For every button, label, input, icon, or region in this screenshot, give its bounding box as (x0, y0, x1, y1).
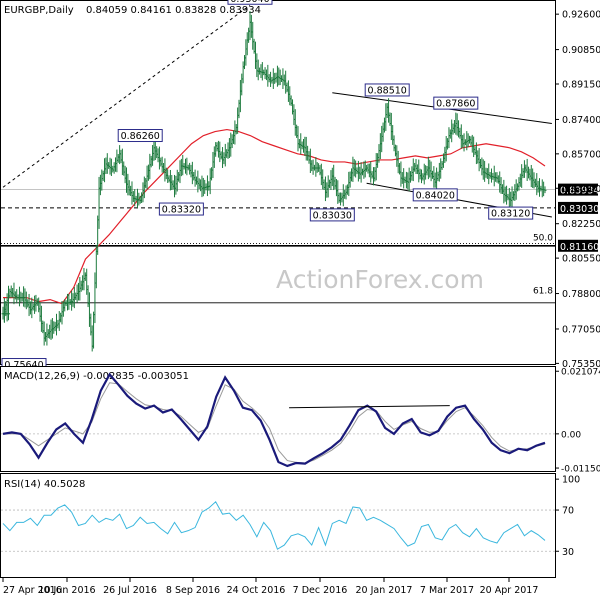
time-axis-tick-label: 24 Oct 2016 (227, 585, 286, 596)
rsi-axis-tick-label: 30 (562, 547, 574, 558)
macd-axis-tick-label: -0.011507 (561, 465, 600, 475)
price-axis-tick-label: 0.85700 (562, 149, 600, 160)
rsi-axis-tick-label: 100 (562, 475, 580, 486)
fib-level-label: 50.0 (533, 234, 553, 244)
watermark: ActionForex.com (276, 265, 484, 294)
price-axis-tick-label: 0.92600 (562, 10, 600, 21)
fib-level-label: 61.8 (533, 287, 553, 297)
rsi-axis-tick-label: 70 (562, 506, 574, 517)
time-axis-tick-label: 20 Jan 2017 (356, 585, 413, 596)
price-axis-tick-label: 0.78800 (562, 289, 600, 300)
time-axis-tick-label: 8 Sep 2016 (166, 585, 220, 596)
macd-axis-tick-label: 0.021074 (561, 368, 600, 378)
price-point-label: 0.83320 (162, 205, 201, 216)
macd-panel-frame (0, 366, 556, 472)
price-axis-tick-label: 0.80550 (562, 254, 600, 265)
level-tag-label: 0.83030 (560, 204, 599, 215)
price-axis-tick-label: 0.87400 (562, 115, 600, 126)
chart-header-ohlc: 0.84059 0.84161 0.83828 0.83934 (86, 5, 261, 16)
rsi-label: RSI(14) 40.5028 (4, 479, 85, 490)
time-axis-tick-label: 7 Mar 2017 (420, 585, 474, 596)
chart-header-symbol: EURGBP,Daily (4, 5, 74, 16)
time-axis-tick-label: 20 Apr 2017 (480, 585, 539, 596)
price-point-label: 0.87860 (436, 99, 475, 110)
price-point-label: 0.86260 (121, 131, 160, 142)
time-axis-tick-label: 10 Jun 2016 (38, 585, 95, 596)
time-axis-tick-label: 7 Dec 2016 (293, 585, 348, 596)
price-axis-tick-label: 0.90850 (562, 45, 600, 56)
price-axis-tick-label: 0.84000 (562, 184, 600, 195)
level-tag-label: 0.81160 (560, 242, 599, 253)
price-axis-tick-label: 0.82250 (562, 219, 600, 230)
price-point-label: 0.83120 (491, 209, 530, 220)
time-axis-tick-label: 26 Jul 2016 (103, 585, 157, 596)
price-point-label: 0.88510 (368, 85, 407, 96)
price-point-label: 0.83030 (313, 210, 352, 221)
price-point-label: 0.84020 (416, 190, 455, 201)
price-axis-tick-label: 0.89150 (562, 80, 600, 91)
eurgbp-daily-chart: EURGBP,Daily 0.84059 0.84161 0.83828 0.8… (0, 0, 600, 600)
price-axis-tick-label: 0.77050 (562, 324, 600, 335)
macd-panel: MACD(12,26,9) -0.002835 -0.003051 0.0210… (0, 366, 600, 475)
price-panel: EURGBP,Daily 0.84059 0.84161 0.83828 0.8… (0, 0, 600, 372)
rsi-panel: RSI(14) 40.5028 100 70 30 (0, 473, 580, 578)
price-panel-frame (0, 0, 556, 365)
price-point-label: 0.93040 (230, 0, 269, 5)
macd-label: MACD(12,26,9) -0.002835 -0.003051 (4, 371, 189, 382)
macd-axis-tick-label: 0.00 (561, 430, 581, 440)
